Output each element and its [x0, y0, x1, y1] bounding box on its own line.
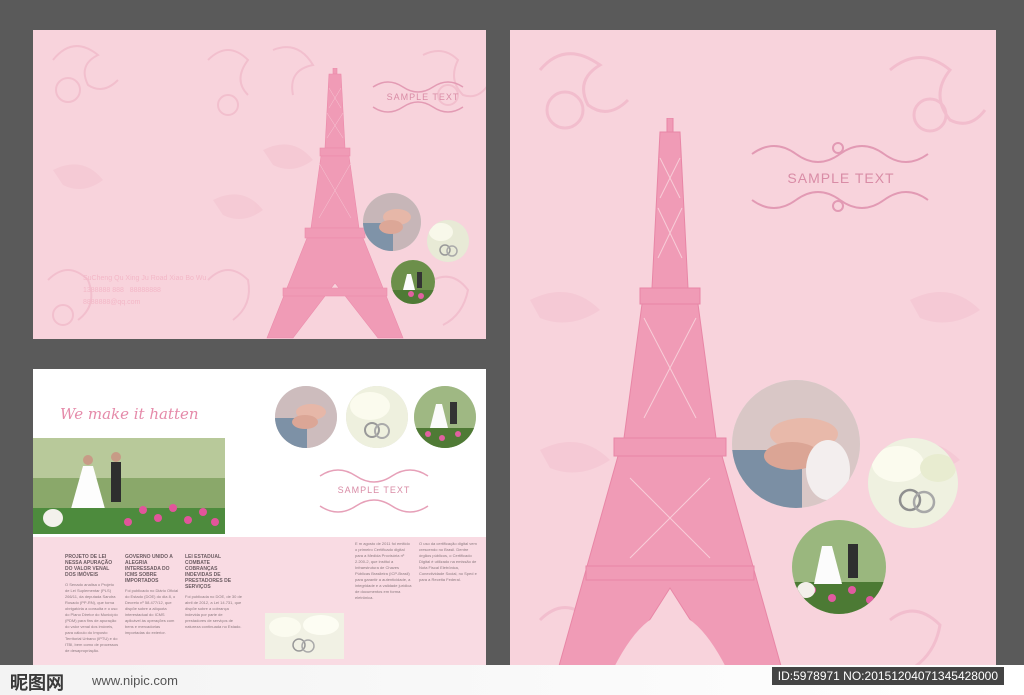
article-column-4: E m agosto de 2011 foi emitido o primeir… — [355, 541, 413, 601]
hands-photo-icon — [363, 193, 421, 251]
article-body-2: Foi publicado no Diário Oficial do Estad… — [125, 588, 179, 635]
article-body-4: E m agosto de 2011 foi emitido o primeir… — [355, 541, 412, 600]
hands-photo-icon — [275, 386, 337, 448]
sample-text-label: SAMPLE TEXT — [386, 92, 460, 102]
spread-couple-photo — [414, 386, 476, 448]
cover-hands-photo — [732, 380, 860, 508]
spread-sample-text: SAMPLE TEXT — [337, 485, 411, 495]
article-column-5: O uso da certificação digital vem cresce… — [419, 541, 477, 583]
article-body-3: Foi publicada no DOE, de 30 de abril de … — [185, 594, 242, 629]
couple-photo-icon — [414, 386, 476, 448]
article-heading-1: PROJETO DE LEI NESSA APURAÇÃO DO VALOR V… — [65, 554, 113, 578]
article-body-1: O Senado analisa o Projeto de Lei Suplem… — [65, 582, 119, 653]
spread-hands-photo — [275, 386, 337, 448]
rings-photo-icon — [265, 613, 344, 659]
back-cover-panel: SAMPLE TEXT SuCheng Qu Xing Ju Road Xiao… — [33, 30, 486, 339]
holding-hands-photo — [363, 193, 421, 251]
wedding-couple-photo — [33, 438, 225, 534]
phone-text: 1388888 888 88888888 — [83, 287, 161, 294]
rings-photo-icon — [346, 386, 408, 448]
cover-sample-text: SAMPLE TEXT — [787, 170, 895, 186]
rings-photo-icon — [868, 438, 958, 528]
wedding-photo-icon — [33, 438, 225, 534]
article-body-5: O uso da certificação digital vem cresce… — [419, 541, 477, 582]
cover-rings-photo — [868, 438, 958, 528]
cover-couple-photo — [792, 520, 886, 614]
spread-rings-photo — [346, 386, 408, 448]
couple-photo-icon — [391, 260, 435, 304]
article-heading-3: LEI ESTADUAL COMBATE COBRANÇAS INDEVIDAS… — [185, 554, 232, 590]
couple-garden-photo — [391, 260, 435, 304]
inner-spread-panel: We make it hatten SAMPLE TEXT PROJETO DE… — [33, 369, 486, 691]
rings-photo — [427, 220, 469, 262]
front-cover-panel: SAMPLE TEXT — [510, 30, 996, 695]
email-text: 8888888@qq.com — [83, 299, 141, 306]
nipic-url[interactable]: www.nipic.com — [92, 673, 178, 688]
article-column-2: GOVERNO UNIDO A ALEGRIA INTERESSADA DO I… — [125, 554, 179, 636]
image-id-label: ID:5978971 NO:20151204071345428000 — [771, 667, 1004, 685]
nipic-logo: 昵图网 — [10, 673, 64, 694]
hands-photo-icon — [732, 380, 860, 508]
article-column-3: LEI ESTADUAL COMBATE COBRANÇAS INDEVIDAS… — [185, 554, 243, 630]
rings-photo-icon — [427, 220, 469, 262]
address-text: SuCheng Qu Xing Ju Road Xiao Bo Wu — [83, 275, 207, 282]
article-column-1: PROJETO DE LEI NESSA APURAÇÃO DO VALOR V… — [65, 554, 119, 654]
rings-rectangle-photo — [265, 613, 344, 659]
article-heading-2: GOVERNO UNIDO A ALEGRIA INTERESSADA DO I… — [125, 554, 173, 584]
spread-caption: We make it hatten — [60, 405, 199, 423]
contact-info: SuCheng Qu Xing Ju Road Xiao Bo Wu 13888… — [83, 273, 206, 309]
watermark-footer: 昵图网 www.nipic.com ID:5978971 NO:20151204… — [0, 665, 1024, 695]
couple-photo-icon — [792, 520, 886, 614]
